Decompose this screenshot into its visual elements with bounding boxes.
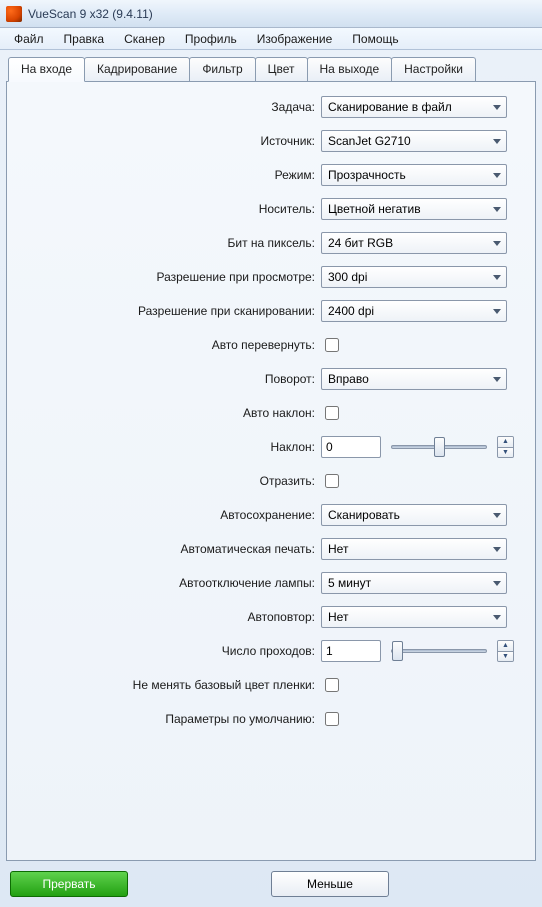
less-button[interactable]: Меньше — [271, 871, 389, 897]
label-autosave: Автосохранение: — [19, 508, 315, 522]
label-autoprint: Автоматическая печать: — [19, 542, 315, 556]
tab-input[interactable]: На входе — [8, 57, 85, 82]
menu-profile[interactable]: Профиль — [175, 30, 247, 48]
menu-scanner[interactable]: Сканер — [114, 30, 175, 48]
menu-file[interactable]: Файл — [4, 30, 54, 48]
label-source: Источник: — [19, 134, 315, 148]
menu-help[interactable]: Помощь — [342, 30, 408, 48]
check-mirror[interactable] — [325, 474, 339, 488]
bottombar: Прервать Меньше — [6, 861, 536, 901]
combo-mode[interactable]: Прозрачность — [321, 164, 507, 186]
label-keep-base-color: Не менять базовый цвет пленки: — [19, 678, 315, 692]
check-auto-skew[interactable] — [325, 406, 339, 420]
label-task: Задача: — [19, 100, 315, 114]
triangle-down-icon[interactable]: ▼ — [498, 652, 513, 662]
app-icon — [6, 6, 22, 22]
spinner-passes[interactable]: ▲ ▼ — [497, 640, 514, 662]
combo-autorepeat[interactable]: Нет — [321, 606, 507, 628]
check-defaults[interactable] — [325, 712, 339, 726]
combo-autoprint[interactable]: Нет — [321, 538, 507, 560]
label-bpp: Бит на пиксель: — [19, 236, 315, 250]
spinner-skew[interactable]: ▲ ▼ — [497, 436, 514, 458]
label-passes: Число проходов: — [19, 644, 315, 658]
combo-lamp-off[interactable]: 5 минут — [321, 572, 507, 594]
check-keep-base-color[interactable] — [325, 678, 339, 692]
combo-rotation[interactable]: Вправо — [321, 368, 507, 390]
tab-output[interactable]: На выходе — [307, 57, 393, 82]
tab-settings[interactable]: Настройки — [391, 57, 476, 82]
label-lamp-off: Автоотключение лампы: — [19, 576, 315, 590]
label-defaults: Параметры по умолчанию: — [19, 712, 315, 726]
label-media: Носитель: — [19, 202, 315, 216]
combo-bpp[interactable]: 24 бит RGB — [321, 232, 507, 254]
combo-media[interactable]: Цветной негатив — [321, 198, 507, 220]
tab-crop[interactable]: Кадрирование — [84, 57, 190, 82]
panel-input: Задача: Сканирование в файл Источник: Sc… — [6, 81, 536, 861]
combo-preview-res[interactable]: 300 dpi — [321, 266, 507, 288]
combo-autosave[interactable]: Сканировать — [321, 504, 507, 526]
label-mode: Режим: — [19, 168, 315, 182]
triangle-up-icon[interactable]: ▲ — [498, 641, 513, 652]
menu-edit[interactable]: Правка — [54, 30, 115, 48]
workarea: На входе Кадрирование Фильтр Цвет На вых… — [0, 50, 542, 907]
label-mirror: Отразить: — [19, 474, 315, 488]
abort-button[interactable]: Прервать — [10, 871, 128, 897]
tabstrip: На входе Кадрирование Фильтр Цвет На вых… — [8, 56, 536, 81]
combo-scan-res[interactable]: 2400 dpi — [321, 300, 507, 322]
triangle-down-icon[interactable]: ▼ — [498, 448, 513, 458]
label-skew: Наклон: — [19, 440, 315, 454]
label-scan-res: Разрешение при сканировании: — [19, 304, 315, 318]
label-preview-res: Разрешение при просмотре: — [19, 270, 315, 284]
combo-task[interactable]: Сканирование в файл — [321, 96, 507, 118]
triangle-up-icon[interactable]: ▲ — [498, 437, 513, 448]
input-skew[interactable] — [321, 436, 381, 458]
label-autorepeat: Автоповтор: — [19, 610, 315, 624]
titlebar: VueScan 9 x32 (9.4.11) — [0, 0, 542, 28]
window-title: VueScan 9 x32 (9.4.11) — [28, 7, 153, 21]
combo-source[interactable]: ScanJet G2710 — [321, 130, 507, 152]
label-auto-skew: Авто наклон: — [19, 406, 315, 420]
tab-filter[interactable]: Фильтр — [189, 57, 255, 82]
tab-color[interactable]: Цвет — [255, 57, 308, 82]
label-auto-flip: Авто перевернуть: — [19, 338, 315, 352]
menu-image[interactable]: Изображение — [247, 30, 343, 48]
slider-passes[interactable] — [391, 649, 487, 653]
menubar: Файл Правка Сканер Профиль Изображение П… — [0, 28, 542, 50]
slider-skew[interactable] — [391, 445, 487, 449]
label-rotation: Поворот: — [19, 372, 315, 386]
check-auto-flip[interactable] — [325, 338, 339, 352]
input-passes[interactable] — [321, 640, 381, 662]
